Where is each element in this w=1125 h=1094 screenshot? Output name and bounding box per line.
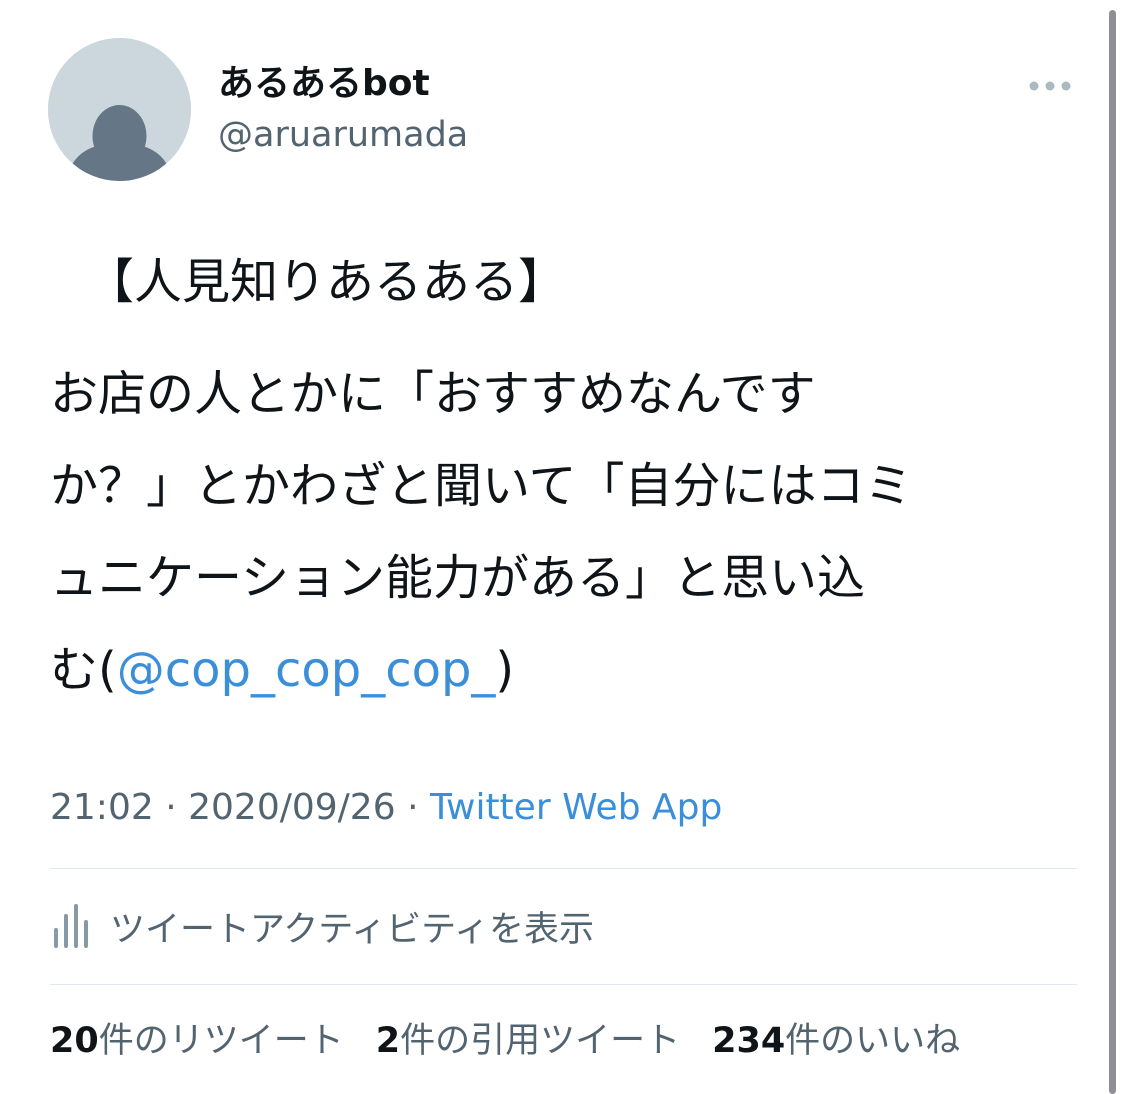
like-label: 件のいいね (785, 1021, 961, 1061)
divider (50, 984, 1077, 985)
tweet-date[interactable]: 2020/09/26 (188, 787, 396, 828)
tweet-heading: 【人見知りあるある】 (86, 254, 567, 310)
tweet-text-line: お店の人とかに「おすすめなんです (50, 366, 816, 422)
analytics-icon (54, 904, 88, 948)
more-options-button[interactable] (1024, 72, 1076, 100)
more-horizontal-icon (1029, 81, 1071, 91)
scrollbar[interactable] (1109, 10, 1116, 1094)
quote-count: 2 (375, 1021, 401, 1061)
user-handle[interactable]: @aruarumada (218, 113, 468, 157)
tweet-text-fragment: む( (50, 642, 117, 698)
tweet-detail: あるあるbot @aruarumada 【人見知りあるある】 お店の人とかに「お… (0, 0, 1125, 1094)
meta-separator: · (165, 787, 177, 828)
tweet-text: お店の人とかに「おすすめなんです か？」とかわざと聞いて「自分にはコミ ュニケー… (50, 348, 1060, 716)
tweet-text-line: か？」とかわざと聞いて「自分にはコミ (50, 458, 913, 514)
tweet-activity-label: ツイートアクティビティを表示 (110, 909, 595, 950)
meta-separator: · (407, 787, 419, 828)
tweet-source-link[interactable]: Twitter Web App (430, 787, 722, 828)
tweet-body: 【人見知りあるある】 お店の人とかに「おすすめなんです か？」とかわざと聞いて「… (50, 250, 1060, 716)
default-profile-icon (48, 38, 191, 181)
mention-link[interactable]: @cop_cop_cop_ (117, 642, 496, 698)
tweet-time[interactable]: 21:02 (50, 787, 154, 828)
like-count: 234 (712, 1021, 786, 1061)
quote-label: 件の引用ツイート (400, 1021, 681, 1061)
retweet-count-link[interactable]: 20件のリツイート (50, 1018, 344, 1064)
tweet-meta: 21:02 · 2020/09/26 · Twitter Web App (50, 785, 722, 831)
tweet-text-line: ュニケーション能力がある」と思い込 (50, 550, 866, 606)
tweet-text-fragment: ) (495, 642, 515, 698)
tweet-activity-button[interactable]: ツイートアクティビティを表示 (50, 898, 594, 954)
retweet-count: 20 (50, 1021, 99, 1061)
tweet-stats: 20件のリツイート 2件の引用ツイート 234件のいいね (50, 1018, 992, 1064)
tweet-text-line-last: む(@cop_cop_cop_) (50, 624, 1060, 716)
divider (50, 868, 1077, 869)
display-name[interactable]: あるあるbot (218, 62, 430, 106)
quote-count-link[interactable]: 2件の引用ツイート (376, 1018, 680, 1064)
avatar[interactable] (48, 38, 191, 181)
retweet-label: 件のリツイート (98, 1021, 344, 1061)
like-count-link[interactable]: 234件のいいね (712, 1018, 960, 1064)
